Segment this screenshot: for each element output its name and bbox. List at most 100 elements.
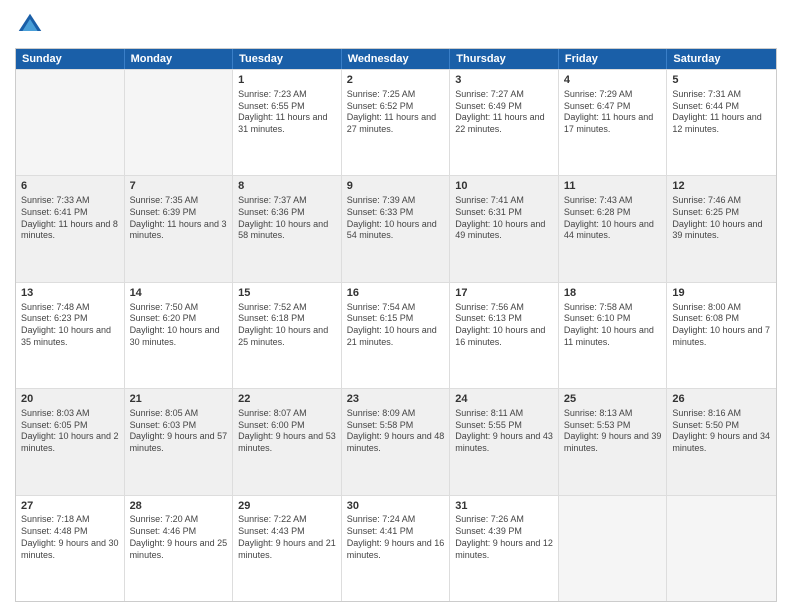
- day-number: 4: [564, 73, 662, 88]
- cell-info: Sunrise: 7:43 AM Sunset: 6:28 PM Dayligh…: [564, 195, 662, 242]
- calendar-cell: 24Sunrise: 8:11 AM Sunset: 5:55 PM Dayli…: [450, 389, 559, 494]
- day-number: 7: [130, 179, 228, 194]
- calendar-cell: 5Sunrise: 7:31 AM Sunset: 6:44 PM Daylig…: [667, 70, 776, 175]
- logo: [15, 10, 49, 40]
- day-number: 17: [455, 286, 553, 301]
- calendar-cell: 22Sunrise: 8:07 AM Sunset: 6:00 PM Dayli…: [233, 389, 342, 494]
- calendar-cell: 26Sunrise: 8:16 AM Sunset: 5:50 PM Dayli…: [667, 389, 776, 494]
- cell-info: Sunrise: 8:05 AM Sunset: 6:03 PM Dayligh…: [130, 408, 228, 455]
- calendar-row-3: 20Sunrise: 8:03 AM Sunset: 6:05 PM Dayli…: [16, 388, 776, 494]
- day-number: 23: [347, 392, 445, 407]
- calendar-row-1: 6Sunrise: 7:33 AM Sunset: 6:41 PM Daylig…: [16, 175, 776, 281]
- calendar-cell: 2Sunrise: 7:25 AM Sunset: 6:52 PM Daylig…: [342, 70, 451, 175]
- day-number: 3: [455, 73, 553, 88]
- calendar-cell: 16Sunrise: 7:54 AM Sunset: 6:15 PM Dayli…: [342, 283, 451, 388]
- calendar-cell: 28Sunrise: 7:20 AM Sunset: 4:46 PM Dayli…: [125, 496, 234, 601]
- cell-info: Sunrise: 7:27 AM Sunset: 6:49 PM Dayligh…: [455, 89, 553, 136]
- day-number: 11: [564, 179, 662, 194]
- day-number: 30: [347, 499, 445, 514]
- calendar-cell: 8Sunrise: 7:37 AM Sunset: 6:36 PM Daylig…: [233, 176, 342, 281]
- cell-info: Sunrise: 8:16 AM Sunset: 5:50 PM Dayligh…: [672, 408, 771, 455]
- header-day-thursday: Thursday: [450, 49, 559, 69]
- cell-info: Sunrise: 8:09 AM Sunset: 5:58 PM Dayligh…: [347, 408, 445, 455]
- cell-info: Sunrise: 7:48 AM Sunset: 6:23 PM Dayligh…: [21, 302, 119, 349]
- calendar-cell: 20Sunrise: 8:03 AM Sunset: 6:05 PM Dayli…: [16, 389, 125, 494]
- day-number: 9: [347, 179, 445, 194]
- header-day-tuesday: Tuesday: [233, 49, 342, 69]
- calendar-cell: 9Sunrise: 7:39 AM Sunset: 6:33 PM Daylig…: [342, 176, 451, 281]
- day-number: 20: [21, 392, 119, 407]
- cell-info: Sunrise: 7:46 AM Sunset: 6:25 PM Dayligh…: [672, 195, 771, 242]
- calendar-cell: 12Sunrise: 7:46 AM Sunset: 6:25 PM Dayli…: [667, 176, 776, 281]
- cell-info: Sunrise: 7:35 AM Sunset: 6:39 PM Dayligh…: [130, 195, 228, 242]
- calendar-cell: 6Sunrise: 7:33 AM Sunset: 6:41 PM Daylig…: [16, 176, 125, 281]
- day-number: 8: [238, 179, 336, 194]
- calendar-cell: 10Sunrise: 7:41 AM Sunset: 6:31 PM Dayli…: [450, 176, 559, 281]
- calendar-cell: 7Sunrise: 7:35 AM Sunset: 6:39 PM Daylig…: [125, 176, 234, 281]
- logo-icon: [15, 10, 45, 40]
- calendar-cell: 14Sunrise: 7:50 AM Sunset: 6:20 PM Dayli…: [125, 283, 234, 388]
- cell-info: Sunrise: 8:00 AM Sunset: 6:08 PM Dayligh…: [672, 302, 771, 349]
- cell-info: Sunrise: 8:03 AM Sunset: 6:05 PM Dayligh…: [21, 408, 119, 455]
- day-number: 14: [130, 286, 228, 301]
- cell-info: Sunrise: 7:22 AM Sunset: 4:43 PM Dayligh…: [238, 514, 336, 561]
- day-number: 15: [238, 286, 336, 301]
- calendar-cell: 18Sunrise: 7:58 AM Sunset: 6:10 PM Dayli…: [559, 283, 668, 388]
- day-number: 6: [21, 179, 119, 194]
- day-number: 27: [21, 499, 119, 514]
- day-number: 13: [21, 286, 119, 301]
- cell-info: Sunrise: 7:23 AM Sunset: 6:55 PM Dayligh…: [238, 89, 336, 136]
- calendar-cell: 31Sunrise: 7:26 AM Sunset: 4:39 PM Dayli…: [450, 496, 559, 601]
- calendar-cell: [16, 70, 125, 175]
- cell-info: Sunrise: 7:26 AM Sunset: 4:39 PM Dayligh…: [455, 514, 553, 561]
- day-number: 31: [455, 499, 553, 514]
- calendar: SundayMondayTuesdayWednesdayThursdayFrid…: [15, 48, 777, 602]
- header-day-friday: Friday: [559, 49, 668, 69]
- calendar-cell: 3Sunrise: 7:27 AM Sunset: 6:49 PM Daylig…: [450, 70, 559, 175]
- calendar-cell: 23Sunrise: 8:09 AM Sunset: 5:58 PM Dayli…: [342, 389, 451, 494]
- calendar-cell: 21Sunrise: 8:05 AM Sunset: 6:03 PM Dayli…: [125, 389, 234, 494]
- calendar-cell: 17Sunrise: 7:56 AM Sunset: 6:13 PM Dayli…: [450, 283, 559, 388]
- cell-info: Sunrise: 7:37 AM Sunset: 6:36 PM Dayligh…: [238, 195, 336, 242]
- calendar-body: 1Sunrise: 7:23 AM Sunset: 6:55 PM Daylig…: [16, 69, 776, 601]
- calendar-cell: 29Sunrise: 7:22 AM Sunset: 4:43 PM Dayli…: [233, 496, 342, 601]
- calendar-cell: 30Sunrise: 7:24 AM Sunset: 4:41 PM Dayli…: [342, 496, 451, 601]
- day-number: 28: [130, 499, 228, 514]
- day-number: 22: [238, 392, 336, 407]
- calendar-row-0: 1Sunrise: 7:23 AM Sunset: 6:55 PM Daylig…: [16, 69, 776, 175]
- calendar-row-4: 27Sunrise: 7:18 AM Sunset: 4:48 PM Dayli…: [16, 495, 776, 601]
- day-number: 5: [672, 73, 771, 88]
- day-number: 25: [564, 392, 662, 407]
- cell-info: Sunrise: 7:50 AM Sunset: 6:20 PM Dayligh…: [130, 302, 228, 349]
- calendar-cell: 4Sunrise: 7:29 AM Sunset: 6:47 PM Daylig…: [559, 70, 668, 175]
- cell-info: Sunrise: 7:58 AM Sunset: 6:10 PM Dayligh…: [564, 302, 662, 349]
- calendar-cell: 25Sunrise: 8:13 AM Sunset: 5:53 PM Dayli…: [559, 389, 668, 494]
- calendar-cell: [667, 496, 776, 601]
- header-day-monday: Monday: [125, 49, 234, 69]
- calendar-cell: 1Sunrise: 7:23 AM Sunset: 6:55 PM Daylig…: [233, 70, 342, 175]
- cell-info: Sunrise: 8:13 AM Sunset: 5:53 PM Dayligh…: [564, 408, 662, 455]
- calendar-cell: 15Sunrise: 7:52 AM Sunset: 6:18 PM Dayli…: [233, 283, 342, 388]
- cell-info: Sunrise: 8:07 AM Sunset: 6:00 PM Dayligh…: [238, 408, 336, 455]
- day-number: 16: [347, 286, 445, 301]
- header-day-saturday: Saturday: [667, 49, 776, 69]
- cell-info: Sunrise: 7:56 AM Sunset: 6:13 PM Dayligh…: [455, 302, 553, 349]
- cell-info: Sunrise: 7:20 AM Sunset: 4:46 PM Dayligh…: [130, 514, 228, 561]
- day-number: 2: [347, 73, 445, 88]
- cell-info: Sunrise: 7:41 AM Sunset: 6:31 PM Dayligh…: [455, 195, 553, 242]
- day-number: 29: [238, 499, 336, 514]
- cell-info: Sunrise: 7:52 AM Sunset: 6:18 PM Dayligh…: [238, 302, 336, 349]
- day-number: 26: [672, 392, 771, 407]
- page: SundayMondayTuesdayWednesdayThursdayFrid…: [0, 0, 792, 612]
- header: [15, 10, 777, 40]
- header-day-sunday: Sunday: [16, 49, 125, 69]
- day-number: 10: [455, 179, 553, 194]
- calendar-cell: 13Sunrise: 7:48 AM Sunset: 6:23 PM Dayli…: [16, 283, 125, 388]
- calendar-cell: 19Sunrise: 8:00 AM Sunset: 6:08 PM Dayli…: [667, 283, 776, 388]
- day-number: 12: [672, 179, 771, 194]
- day-number: 21: [130, 392, 228, 407]
- cell-info: Sunrise: 7:18 AM Sunset: 4:48 PM Dayligh…: [21, 514, 119, 561]
- cell-info: Sunrise: 7:54 AM Sunset: 6:15 PM Dayligh…: [347, 302, 445, 349]
- day-number: 18: [564, 286, 662, 301]
- cell-info: Sunrise: 8:11 AM Sunset: 5:55 PM Dayligh…: [455, 408, 553, 455]
